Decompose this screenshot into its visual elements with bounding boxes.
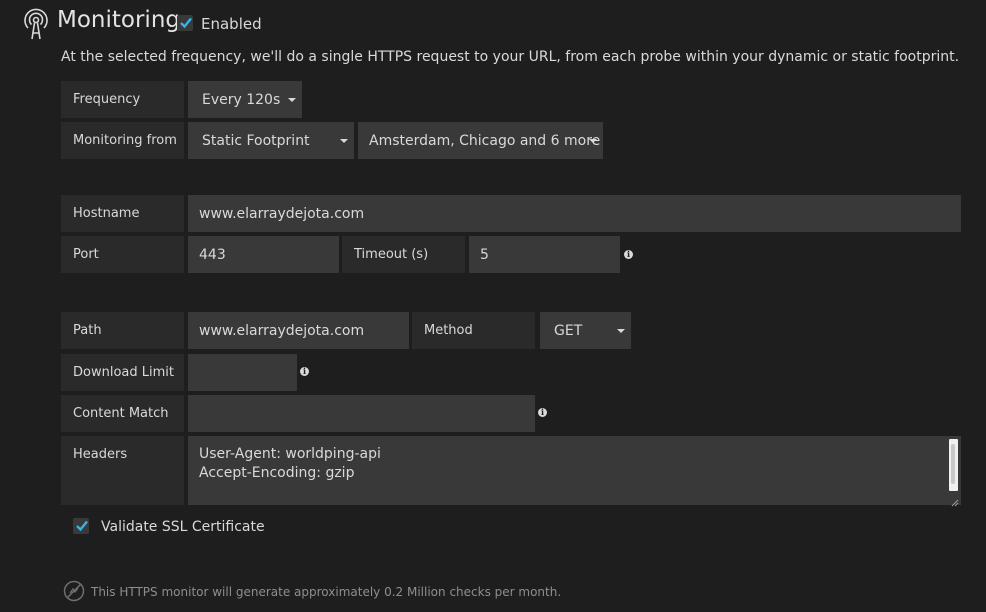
timeout-input[interactable]: 5 — [469, 236, 620, 273]
timeout-label: Timeout (s) — [342, 236, 465, 273]
frequency-select[interactable]: Every 120s — [188, 81, 302, 118]
frequency-label: Frequency — [61, 81, 184, 118]
resize-handle-icon[interactable] — [951, 495, 959, 507]
method-value: GET — [554, 322, 583, 339]
monitoring-description: At the selected frequency, we'll do a si… — [61, 49, 960, 65]
frequency-value: Every 120s — [202, 91, 281, 108]
method-label: Method — [412, 312, 535, 349]
textarea-scrollbar[interactable] — [949, 439, 958, 491]
footer-note: This HTTPS monitor will generate approxi… — [91, 585, 562, 599]
footprint-value: Static Footprint — [202, 132, 310, 149]
enabled-label[interactable]: Enabled — [201, 14, 262, 34]
download-limit-label: Download Limit — [61, 354, 184, 391]
probes-value: Amsterdam, Chicago and 6 more — [369, 132, 601, 149]
page-title: Monitoring — [57, 7, 180, 33]
probes-select[interactable]: Amsterdam, Chicago and 6 more — [358, 122, 603, 159]
path-input[interactable]: www.elarraydejota.com — [188, 312, 409, 349]
port-input[interactable]: 443 — [188, 236, 339, 273]
no-alert-icon — [63, 580, 85, 602]
monitoring-icon — [23, 8, 49, 40]
chevron-down-icon — [589, 138, 597, 143]
headers-value: User-Agent: worldping-api Accept-Encodin… — [199, 446, 381, 481]
chevron-down-icon — [288, 97, 296, 102]
method-select[interactable]: GET — [540, 312, 631, 349]
hostname-label: Hostname — [61, 195, 184, 232]
info-icon[interactable]: i — [624, 250, 633, 259]
chevron-down-icon — [617, 328, 625, 333]
download-limit-input[interactable] — [188, 354, 297, 391]
validate-ssl-label[interactable]: Validate SSL Certificate — [101, 517, 265, 537]
content-match-input[interactable] — [188, 395, 535, 432]
chevron-down-icon — [340, 138, 348, 143]
content-match-label: Content Match — [61, 395, 184, 432]
validate-ssl-checkbox[interactable] — [73, 518, 89, 534]
headers-textarea[interactable]: User-Agent: worldping-api Accept-Encodin… — [188, 436, 961, 507]
info-icon[interactable]: i — [538, 408, 547, 417]
hostname-input[interactable]: www.elarraydejota.com — [188, 195, 961, 232]
info-icon[interactable]: i — [300, 367, 309, 376]
footprint-select[interactable]: Static Footprint — [188, 122, 354, 159]
enabled-checkbox[interactable] — [177, 15, 193, 31]
headers-label: Headers — [61, 436, 184, 505]
monitoring-from-label: Monitoring from — [61, 122, 184, 159]
port-label: Port — [61, 236, 184, 273]
path-label: Path — [61, 312, 184, 349]
